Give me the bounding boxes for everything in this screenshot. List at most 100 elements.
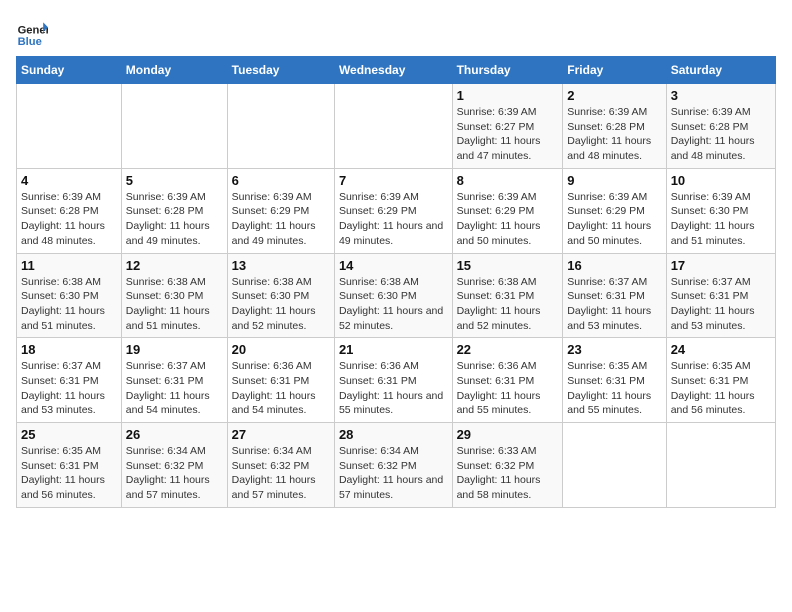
calendar-cell: 14 Sunrise: 6:38 AM Sunset: 6:30 PM Dayli… bbox=[334, 253, 452, 338]
calendar-cell bbox=[17, 84, 122, 169]
day-header-sunday: Sunday bbox=[17, 57, 122, 84]
calendar-cell: 19Sunrise: 6:37 AM Sunset: 6:31 PM Dayli… bbox=[121, 338, 227, 423]
calendar-cell: 3 Sunrise: 6:39 AM Sunset: 6:28 PM Daylig… bbox=[666, 84, 775, 169]
calendar-cell: 7 Sunrise: 6:39 AM Sunset: 6:29 PM Daylig… bbox=[334, 168, 452, 253]
day-number: 24 bbox=[671, 342, 771, 357]
day-info: Sunrise: 6:38 AM Sunset: 6:30 PM Dayligh… bbox=[21, 275, 117, 334]
calendar-cell: 5Sunrise: 6:39 AM Sunset: 6:28 PM Daylig… bbox=[121, 168, 227, 253]
day-number: 27 bbox=[232, 427, 330, 442]
calendar-week-3: 11 Sunrise: 6:38 AM Sunset: 6:30 PM Dayli… bbox=[17, 253, 776, 338]
day-info: Sunrise: 6:36 AM Sunset: 6:31 PM Dayligh… bbox=[339, 359, 448, 418]
day-info: Sunrise: 6:33 AM Sunset: 6:32 PM Dayligh… bbox=[457, 444, 559, 503]
day-info: Sunrise: 6:36 AM Sunset: 6:31 PM Dayligh… bbox=[232, 359, 330, 418]
day-header-saturday: Saturday bbox=[666, 57, 775, 84]
day-info: Sunrise: 6:35 AM Sunset: 6:31 PM Dayligh… bbox=[21, 444, 117, 503]
day-info: Sunrise: 6:38 AM Sunset: 6:30 PM Dayligh… bbox=[232, 275, 330, 334]
day-info: Sunrise: 6:37 AM Sunset: 6:31 PM Dayligh… bbox=[671, 275, 771, 334]
calendar-cell: 15 Sunrise: 6:38 AM Sunset: 6:31 PM Dayli… bbox=[452, 253, 563, 338]
day-info: Sunrise: 6:38 AM Sunset: 6:30 PM Dayligh… bbox=[126, 275, 223, 334]
calendar-cell: 10Sunrise: 6:39 AM Sunset: 6:30 PM Dayli… bbox=[666, 168, 775, 253]
day-header-tuesday: Tuesday bbox=[227, 57, 334, 84]
calendar-cell: 25 Sunrise: 6:35 AM Sunset: 6:31 PM Dayli… bbox=[17, 423, 122, 508]
calendar-cell: 13 Sunrise: 6:38 AM Sunset: 6:30 PM Dayli… bbox=[227, 253, 334, 338]
day-header-friday: Friday bbox=[563, 57, 666, 84]
calendar-body: 1 Sunrise: 6:39 AM Sunset: 6:27 PM Daylig… bbox=[17, 84, 776, 508]
calendar-cell: 27 Sunrise: 6:34 AM Sunset: 6:32 PM Dayli… bbox=[227, 423, 334, 508]
day-number: 7 bbox=[339, 173, 448, 188]
day-number: 29 bbox=[457, 427, 559, 442]
day-header-wednesday: Wednesday bbox=[334, 57, 452, 84]
day-info: Sunrise: 6:37 AM Sunset: 6:31 PM Dayligh… bbox=[126, 359, 223, 418]
calendar-cell: 9Sunrise: 6:39 AM Sunset: 6:29 PM Daylig… bbox=[563, 168, 666, 253]
calendar-cell: 8 Sunrise: 6:39 AM Sunset: 6:29 PM Daylig… bbox=[452, 168, 563, 253]
calendar-week-4: 18 Sunrise: 6:37 AM Sunset: 6:31 PM Dayli… bbox=[17, 338, 776, 423]
day-info: Sunrise: 6:35 AM Sunset: 6:31 PM Dayligh… bbox=[671, 359, 771, 418]
day-info: Sunrise: 6:34 AM Sunset: 6:32 PM Dayligh… bbox=[339, 444, 448, 503]
day-info: Sunrise: 6:37 AM Sunset: 6:31 PM Dayligh… bbox=[567, 275, 661, 334]
page-header: General Blue bbox=[16, 16, 776, 48]
day-info: Sunrise: 6:39 AM Sunset: 6:29 PM Dayligh… bbox=[457, 190, 559, 249]
day-number: 23 bbox=[567, 342, 661, 357]
day-info: Sunrise: 6:39 AM Sunset: 6:28 PM Dayligh… bbox=[21, 190, 117, 249]
day-number: 15 bbox=[457, 258, 559, 273]
calendar-cell: 18 Sunrise: 6:37 AM Sunset: 6:31 PM Dayli… bbox=[17, 338, 122, 423]
day-number: 4 bbox=[21, 173, 117, 188]
day-info: Sunrise: 6:39 AM Sunset: 6:29 PM Dayligh… bbox=[567, 190, 661, 249]
day-number: 8 bbox=[457, 173, 559, 188]
calendar-table: SundayMondayTuesdayWednesdayThursdayFrid… bbox=[16, 56, 776, 508]
day-number: 17 bbox=[671, 258, 771, 273]
calendar-cell bbox=[121, 84, 227, 169]
day-info: Sunrise: 6:39 AM Sunset: 6:29 PM Dayligh… bbox=[339, 190, 448, 249]
calendar-cell: 20 Sunrise: 6:36 AM Sunset: 6:31 PM Dayli… bbox=[227, 338, 334, 423]
day-number: 14 bbox=[339, 258, 448, 273]
calendar-cell: 23 Sunrise: 6:35 AM Sunset: 6:31 PM Dayli… bbox=[563, 338, 666, 423]
day-number: 25 bbox=[21, 427, 117, 442]
calendar-cell: 12 Sunrise: 6:38 AM Sunset: 6:30 PM Dayli… bbox=[121, 253, 227, 338]
day-info: Sunrise: 6:39 AM Sunset: 6:29 PM Dayligh… bbox=[232, 190, 330, 249]
calendar-cell: 29 Sunrise: 6:33 AM Sunset: 6:32 PM Dayli… bbox=[452, 423, 563, 508]
day-info: Sunrise: 6:34 AM Sunset: 6:32 PM Dayligh… bbox=[232, 444, 330, 503]
calendar-cell: 21 Sunrise: 6:36 AM Sunset: 6:31 PM Dayli… bbox=[334, 338, 452, 423]
calendar-cell: 17 Sunrise: 6:37 AM Sunset: 6:31 PM Dayli… bbox=[666, 253, 775, 338]
calendar-cell: 22Sunrise: 6:36 AM Sunset: 6:31 PM Dayli… bbox=[452, 338, 563, 423]
day-number: 6 bbox=[232, 173, 330, 188]
day-number: 11 bbox=[21, 258, 117, 273]
calendar-cell: 24 Sunrise: 6:35 AM Sunset: 6:31 PM Dayli… bbox=[666, 338, 775, 423]
calendar-cell bbox=[227, 84, 334, 169]
svg-text:Blue: Blue bbox=[18, 36, 42, 48]
day-header-monday: Monday bbox=[121, 57, 227, 84]
day-number: 28 bbox=[339, 427, 448, 442]
day-number: 20 bbox=[232, 342, 330, 357]
day-info: Sunrise: 6:39 AM Sunset: 6:30 PM Dayligh… bbox=[671, 190, 771, 249]
calendar-week-5: 25 Sunrise: 6:35 AM Sunset: 6:31 PM Dayli… bbox=[17, 423, 776, 508]
day-info: Sunrise: 6:39 AM Sunset: 6:28 PM Dayligh… bbox=[671, 105, 771, 164]
day-info: Sunrise: 6:34 AM Sunset: 6:32 PM Dayligh… bbox=[126, 444, 223, 503]
calendar-cell bbox=[334, 84, 452, 169]
day-info: Sunrise: 6:38 AM Sunset: 6:30 PM Dayligh… bbox=[339, 275, 448, 334]
logo-icon: General Blue bbox=[16, 16, 48, 48]
day-number: 12 bbox=[126, 258, 223, 273]
day-info: Sunrise: 6:39 AM Sunset: 6:27 PM Dayligh… bbox=[457, 105, 559, 164]
day-number: 13 bbox=[232, 258, 330, 273]
day-number: 3 bbox=[671, 88, 771, 103]
calendar-cell: 4 Sunrise: 6:39 AM Sunset: 6:28 PM Daylig… bbox=[17, 168, 122, 253]
day-number: 26 bbox=[126, 427, 223, 442]
day-info: Sunrise: 6:39 AM Sunset: 6:28 PM Dayligh… bbox=[567, 105, 661, 164]
calendar-cell: 16 Sunrise: 6:37 AM Sunset: 6:31 PM Dayli… bbox=[563, 253, 666, 338]
day-number: 16 bbox=[567, 258, 661, 273]
calendar-cell: 2Sunrise: 6:39 AM Sunset: 6:28 PM Daylig… bbox=[563, 84, 666, 169]
day-number: 21 bbox=[339, 342, 448, 357]
calendar-cell: 1 Sunrise: 6:39 AM Sunset: 6:27 PM Daylig… bbox=[452, 84, 563, 169]
calendar-cell: 6 Sunrise: 6:39 AM Sunset: 6:29 PM Daylig… bbox=[227, 168, 334, 253]
day-info: Sunrise: 6:36 AM Sunset: 6:31 PM Dayligh… bbox=[457, 359, 559, 418]
calendar-cell bbox=[666, 423, 775, 508]
day-info: Sunrise: 6:35 AM Sunset: 6:31 PM Dayligh… bbox=[567, 359, 661, 418]
logo: General Blue bbox=[16, 16, 48, 48]
day-info: Sunrise: 6:38 AM Sunset: 6:31 PM Dayligh… bbox=[457, 275, 559, 334]
calendar-week-1: 1 Sunrise: 6:39 AM Sunset: 6:27 PM Daylig… bbox=[17, 84, 776, 169]
calendar-cell bbox=[563, 423, 666, 508]
day-number: 18 bbox=[21, 342, 117, 357]
day-number: 5 bbox=[126, 173, 223, 188]
day-info: Sunrise: 6:37 AM Sunset: 6:31 PM Dayligh… bbox=[21, 359, 117, 418]
day-number: 1 bbox=[457, 88, 559, 103]
